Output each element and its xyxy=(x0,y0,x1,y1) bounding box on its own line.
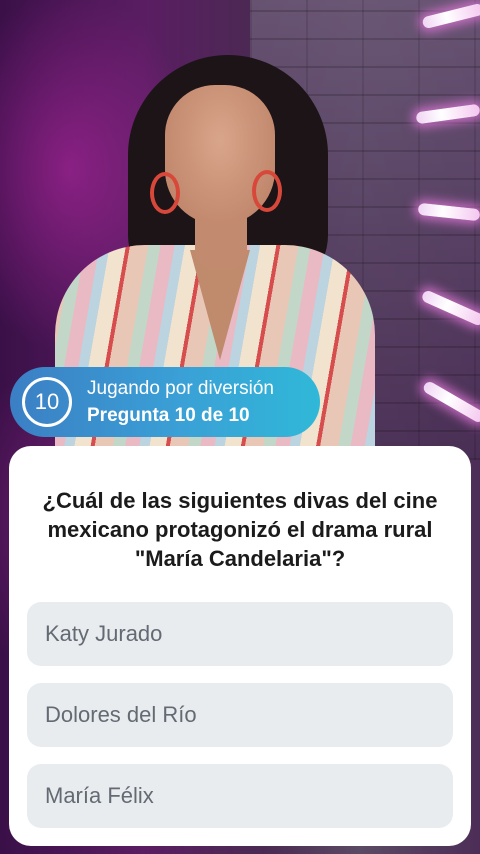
question-text: ¿Cuál de las siguientes divas del cine m… xyxy=(42,488,438,571)
question-progress-label: Pregunta 10 de 10 xyxy=(87,405,250,426)
earring-right xyxy=(252,170,282,212)
question-number-badge: 10 xyxy=(22,377,72,427)
game-mode-label: Jugando por diversión xyxy=(87,378,274,399)
answer-option-1[interactable]: Katy Jurado xyxy=(27,602,453,666)
answer-label: Katy Jurado xyxy=(45,621,163,646)
question-card: ¿Cuál de las siguientes divas del cine m… xyxy=(9,446,471,846)
answer-option-2[interactable]: Dolores del Río xyxy=(27,683,453,747)
answer-label: María Félix xyxy=(45,783,154,808)
answer-label: Dolores del Río xyxy=(45,702,197,727)
earring-left xyxy=(150,172,180,214)
answer-option-3[interactable]: María Félix xyxy=(27,764,453,828)
game-status-pill: 10 Jugando por diversión Pregunta 10 de … xyxy=(10,367,320,437)
